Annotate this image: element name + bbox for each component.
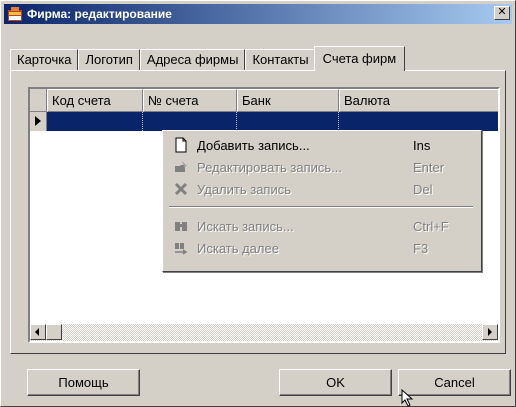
- menu-item-label: Удалить запись: [197, 181, 292, 197]
- tab-accounts[interactable]: Счета фирм: [313, 46, 406, 71]
- arrow-right-icon: [488, 328, 492, 336]
- scroll-left-button[interactable]: [30, 324, 46, 340]
- column-header-account-code[interactable]: Код счета: [47, 89, 143, 112]
- menu-item-label: Добавить запись...: [197, 137, 310, 153]
- scroll-right-button[interactable]: [482, 324, 498, 340]
- close-button[interactable]: ✕: [494, 6, 510, 20]
- menu-item-label: Искать запись...: [197, 218, 294, 234]
- tab-contacts[interactable]: Контакты: [245, 49, 316, 71]
- menu-item-edit-record[interactable]: Редактировать запись... Enter: [165, 156, 479, 178]
- menu-item-add-record[interactable]: Добавить запись... Ins: [165, 134, 479, 156]
- cell-bank[interactable]: [237, 112, 339, 131]
- menu-item-shortcut: Ins: [413, 137, 431, 153]
- find-next-icon: [173, 240, 193, 256]
- grid-header: Код счета № счета Банк Валюта: [30, 89, 498, 112]
- menu-item-shortcut: F3: [413, 240, 429, 256]
- delete-icon: [173, 181, 193, 197]
- new-document-icon: [173, 137, 193, 153]
- menu-item-shortcut: Enter: [413, 159, 445, 175]
- tab-logo[interactable]: Логотип: [78, 49, 140, 71]
- window-title: Фирма: редактирование: [27, 7, 172, 21]
- title-bar[interactable]: Фирма: редактирование ✕: [4, 4, 512, 24]
- menu-item-shortcut: Del: [413, 181, 433, 197]
- tab-strip: Карточка Логотип Адреса фирмы Контакты С…: [10, 46, 406, 71]
- tab-addresses[interactable]: Адреса фирмы: [139, 49, 246, 71]
- arrow-left-icon: [35, 328, 39, 336]
- context-menu: Добавить запись... Ins Редактировать зап…: [162, 130, 482, 272]
- column-header-account-number[interactable]: № счета: [143, 89, 237, 112]
- column-header-currency[interactable]: Валюта: [339, 89, 498, 112]
- menu-item-shortcut: Ctrl+F: [413, 218, 449, 234]
- horizontal-scrollbar[interactable]: [30, 324, 498, 341]
- dialog-window: Фирма: редактирование ✕ Карточка Логотип…: [0, 0, 516, 407]
- indicator-header: [30, 89, 47, 112]
- edit-icon: [173, 159, 193, 175]
- table-row[interactable]: [30, 112, 498, 131]
- menu-item-find-record[interactable]: Искать запись... Ctrl+F: [165, 215, 479, 237]
- help-button[interactable]: Помощь: [27, 369, 140, 396]
- close-icon: ✕: [497, 6, 507, 18]
- app-icon: [7, 6, 23, 22]
- menu-separator: [169, 206, 473, 208]
- tab-card[interactable]: Карточка: [10, 49, 79, 71]
- binoculars-icon: [173, 218, 193, 234]
- menu-item-find-next[interactable]: Искать далее F3: [165, 237, 479, 259]
- scroll-thumb[interactable]: [46, 324, 62, 340]
- menu-item-delete-record[interactable]: Удалить запись Del: [165, 178, 479, 200]
- row-indicator: [30, 112, 47, 131]
- cell-currency[interactable]: [339, 112, 498, 131]
- ok-button[interactable]: OK: [279, 369, 392, 396]
- cell-account-code[interactable]: [47, 112, 143, 131]
- mouse-pointer-icon: [401, 388, 415, 407]
- current-row-arrow-icon: [35, 116, 41, 126]
- menu-item-label: Редактировать запись...: [197, 159, 343, 175]
- cell-account-number[interactable]: [143, 112, 237, 131]
- menu-item-label: Искать далее: [197, 240, 279, 256]
- selected-row-cells[interactable]: [47, 112, 498, 131]
- column-header-bank[interactable]: Банк: [237, 89, 339, 112]
